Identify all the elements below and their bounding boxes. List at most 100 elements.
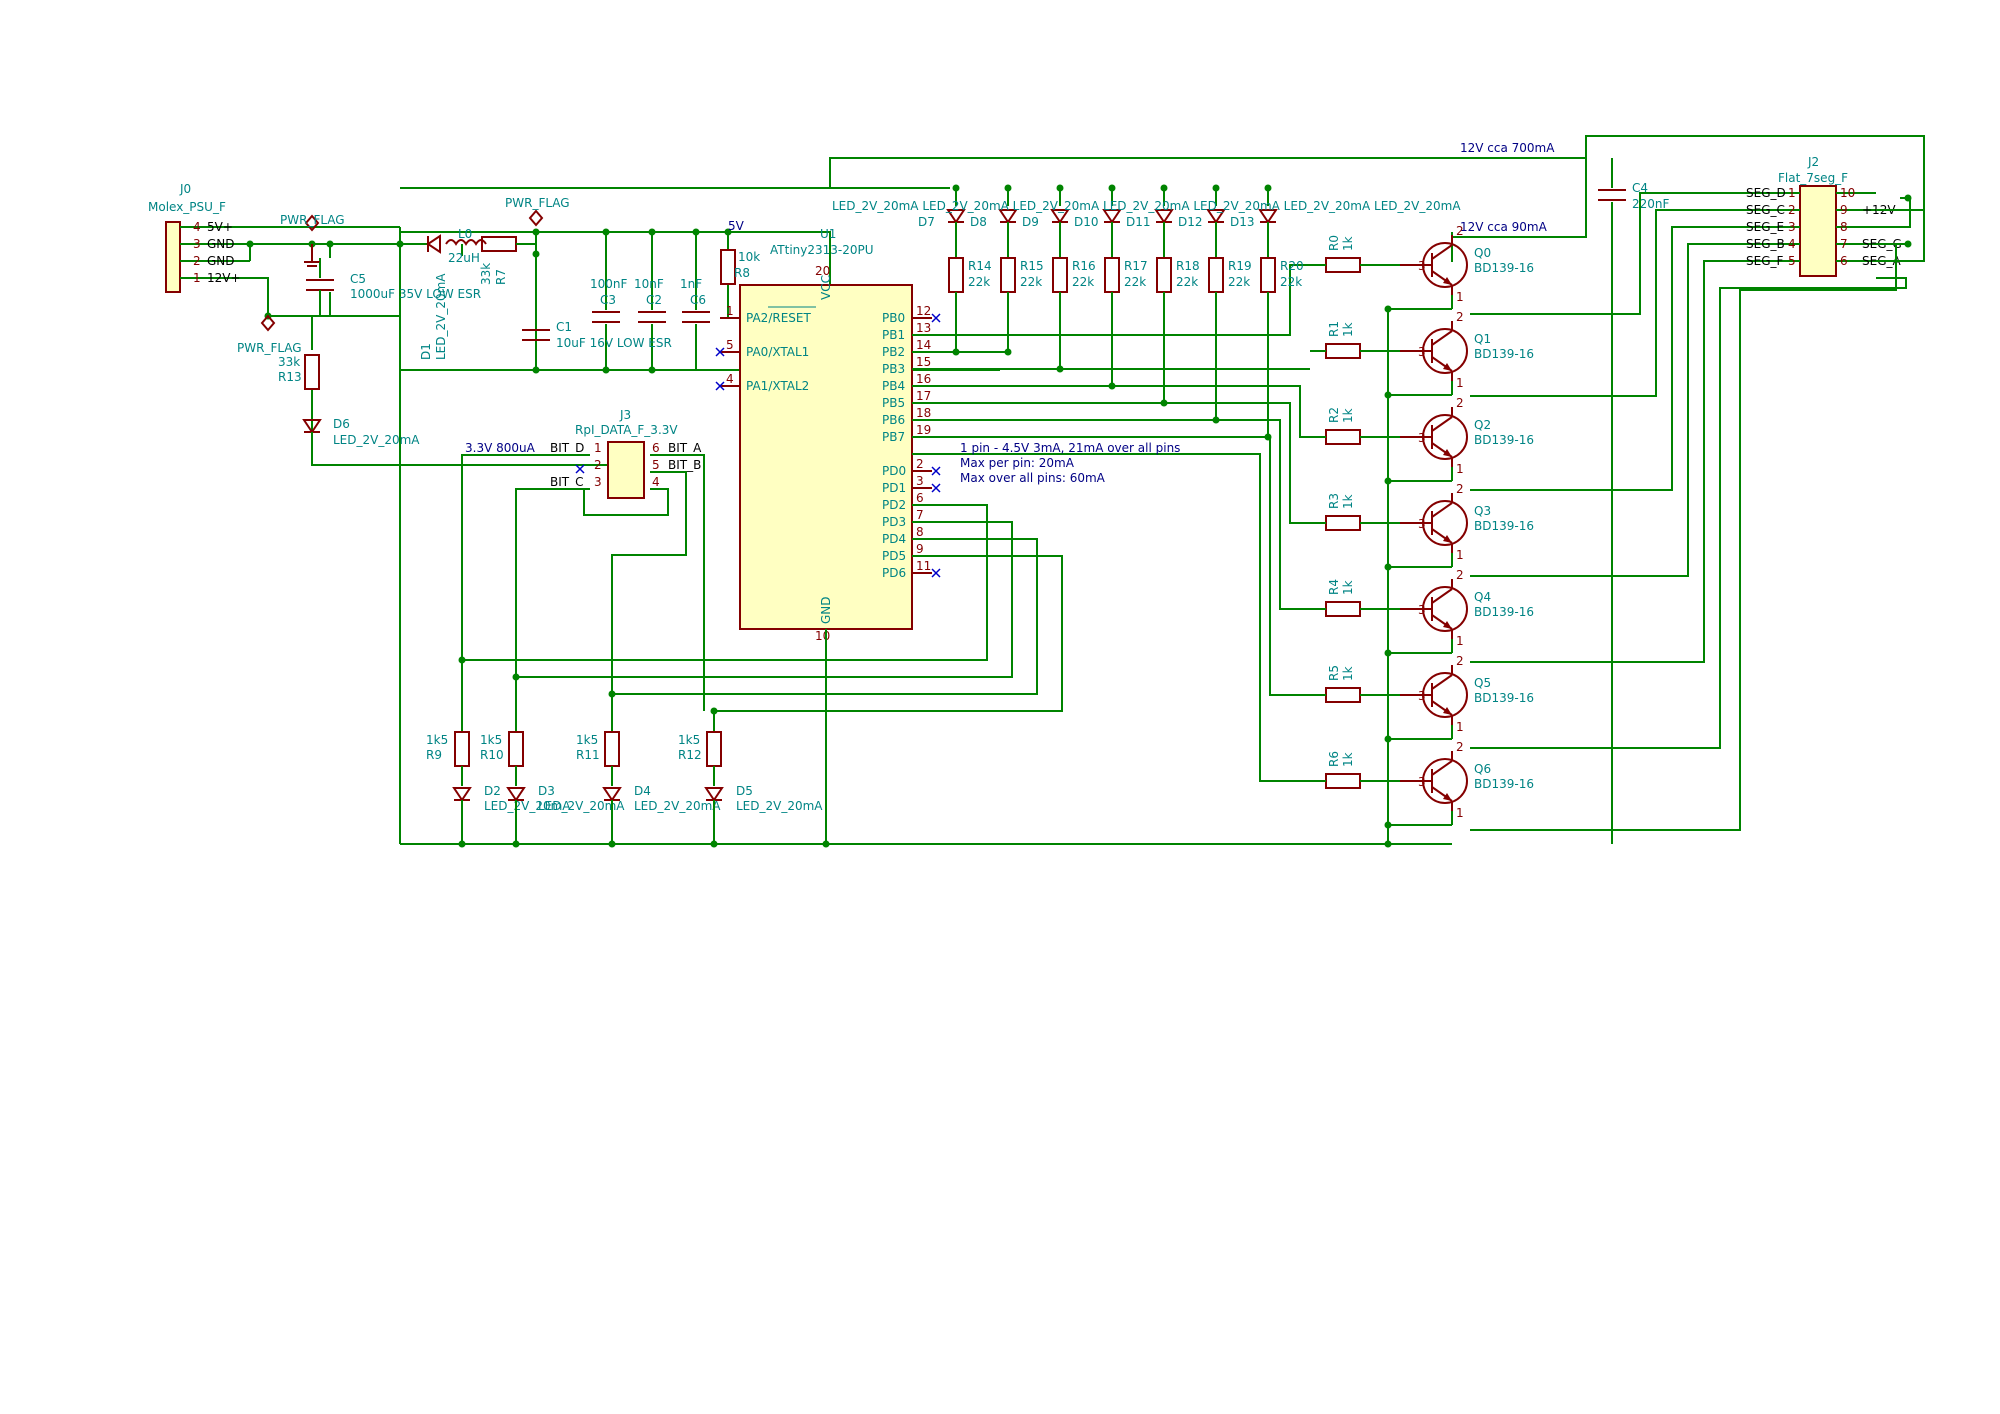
segment-resistor-ref: R18	[1176, 259, 1200, 273]
base-resistor-value: 1k	[1341, 322, 1355, 337]
segment-led-ref: D9	[1022, 215, 1039, 229]
j3-pin-num: 5	[652, 458, 660, 472]
pin-c: 2	[1456, 310, 1464, 324]
base-resistor-ref: R1	[1327, 321, 1341, 337]
pin-b: 3	[1418, 345, 1426, 359]
j2-body	[1799, 185, 1837, 277]
c3-value: 100nF	[590, 277, 628, 291]
led-value: LED_2V_20mA	[736, 799, 823, 813]
j0-pin-net: 12V+	[207, 271, 241, 285]
segment-resistor-value: 22k	[1072, 275, 1094, 289]
junctions-portd	[458, 656, 718, 715]
j2-pin-net: SEG_D	[1746, 186, 1786, 200]
j0-pin-net: GND	[207, 254, 235, 268]
j2-pin-net: SEG_B	[1746, 237, 1785, 251]
base-resistor	[1325, 343, 1361, 359]
j3-pin-num: 4	[652, 475, 660, 489]
j2-pin-num: 5	[1788, 254, 1796, 268]
pin-c: 2	[1456, 482, 1464, 496]
u1-pin-name: PB5	[882, 396, 905, 410]
r13-value: 33k	[278, 355, 300, 369]
transistor-drivers: R0 1k321Q0BD139-16R1 1k321Q1BD139-16R2 1k32…	[1310, 224, 1534, 848]
base-resistor-value: 1k	[1341, 580, 1355, 595]
pin-note-3: Max over all pins: 60mA	[960, 471, 1106, 485]
resistor-ref: R9	[426, 748, 442, 762]
j2-pin-num: 2	[1788, 203, 1796, 217]
j2-ref: J2	[1807, 155, 1819, 169]
j2-pin-net: SEG_F	[1746, 254, 1783, 268]
capacitor-c3: 100nF C3	[590, 277, 628, 340]
base-resistor-ref: R5	[1327, 665, 1341, 681]
segment-resistor	[1104, 257, 1120, 293]
j0-pin-num: 2	[193, 254, 201, 268]
led	[452, 787, 472, 802]
j2-pin-num: 3	[1788, 220, 1796, 234]
seg-led-values: LED_2V_20mA LED_2V_20mA LED_2V_20mA LED_…	[832, 199, 1461, 213]
j3-value: RpI_DATA_F_3.3V	[575, 423, 678, 437]
base-resistor-ref: R2	[1327, 407, 1341, 423]
pin-e: 1	[1456, 462, 1464, 476]
resistor	[454, 731, 470, 767]
j0-pin-num: 3	[193, 237, 201, 251]
u1-pin-num: 7	[916, 508, 924, 522]
u1-pin-name: PD1	[882, 481, 906, 495]
resistor	[706, 731, 722, 767]
note-12v-90: 12V cca 90mA	[1460, 220, 1548, 234]
pwr-flag-label: PWR_FLAG	[280, 213, 345, 227]
transistor-value: BD139-16	[1474, 433, 1534, 447]
u1-pin-num: 14	[916, 338, 931, 352]
d1-ref: D1	[419, 343, 433, 360]
transistor-ref: Q4	[1474, 590, 1491, 604]
transistor-value: BD139-16	[1474, 347, 1534, 361]
u1-pin-num: 19	[916, 423, 931, 437]
segment-resistor-ref: R19	[1228, 259, 1252, 273]
r8-value: 10k	[738, 250, 760, 264]
l0-value: 22uH	[448, 251, 480, 265]
u1-pin-name: PD0	[882, 464, 906, 478]
u1-pin-name: PA1/XTAL2	[746, 379, 809, 393]
u1-pin-name: PD6	[882, 566, 906, 580]
segment-led-ref: D13	[1230, 215, 1255, 229]
d6-ref: D6	[333, 417, 350, 431]
r7-ref: R7	[494, 269, 508, 285]
u1-pin-name: PB4	[882, 379, 905, 393]
resistor-value: 1k5	[480, 733, 502, 747]
note-12v-700: 12V cca 700mA	[1460, 141, 1555, 155]
led-ref: D2	[484, 784, 501, 798]
j3-pin-net: BIT_C	[550, 475, 583, 489]
pin-note-2: Max per pin: 20mA	[960, 456, 1075, 470]
resistor-r13: 33k R13	[278, 354, 320, 390]
led-ref: D4	[634, 784, 651, 798]
segment-led-ref: D7	[918, 215, 935, 229]
j3-pin-net: BIT_D	[550, 441, 584, 455]
base-resistor	[1325, 515, 1361, 531]
pin-b: 3	[1418, 689, 1426, 703]
segment-resistor-ref: R15	[1020, 259, 1044, 273]
pin-e: 1	[1456, 290, 1464, 304]
c6-value: 1nF	[680, 277, 702, 291]
c3-ref: C3	[600, 293, 616, 307]
c5-ref: C5	[350, 272, 366, 286]
u1-pin-num: 12	[916, 304, 931, 318]
resistor-value: 1k5	[678, 733, 700, 747]
segment-resistor-value: 22k	[1176, 275, 1198, 289]
segment-resistor-ref: R14	[968, 259, 992, 273]
led-ref: D5	[736, 784, 753, 798]
j0-body	[165, 221, 181, 293]
c6-ref: C6	[690, 293, 706, 307]
no-connect-mark	[931, 313, 941, 323]
segment-led-ref: D8	[970, 215, 987, 229]
transistor-ref: Q3	[1474, 504, 1491, 518]
base-resistor-value: 1k	[1341, 666, 1355, 681]
d1-value: LED_2V_20mA	[434, 273, 448, 360]
j3-wiring	[461, 454, 705, 711]
transistor-value: BD139-16	[1474, 519, 1534, 533]
j2-pin-num: 7	[1840, 237, 1848, 251]
u1-pin-num: 18	[916, 406, 931, 420]
c2-ref: C2	[646, 293, 662, 307]
segment-resistor	[1208, 257, 1224, 293]
base-resistor-ref: R6	[1327, 751, 1341, 767]
capacitor-c6: 1nF C6	[680, 277, 710, 340]
u1-pin-num: 15	[916, 355, 931, 369]
led-ref: D3	[538, 784, 555, 798]
